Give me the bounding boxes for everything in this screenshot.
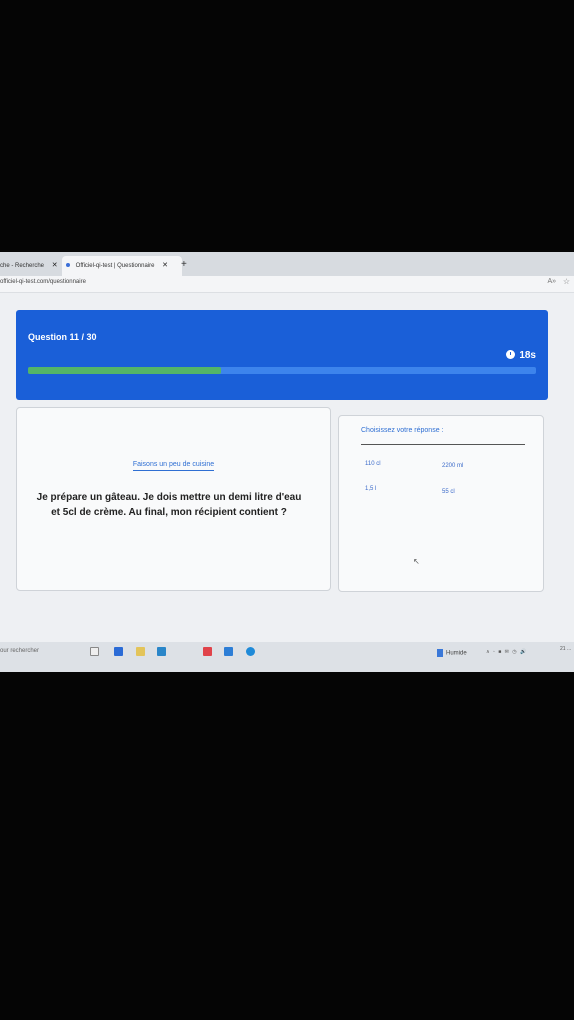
timer: 18s xyxy=(506,350,536,361)
app-icon[interactable] xyxy=(203,647,212,656)
weather-text: Humide xyxy=(446,650,467,657)
stopwatch-icon xyxy=(506,350,516,359)
answer-option[interactable]: 55 cl xyxy=(442,489,455,495)
clock[interactable]: 21 ... xyxy=(560,646,571,652)
weather-icon xyxy=(437,649,443,657)
tab-bar: che - Recherche ✕ Officiel-qi-test | Que… xyxy=(0,252,574,276)
vscode-icon[interactable] xyxy=(224,647,233,656)
question-text: Je prépare un gâteau. Je dois mettre un … xyxy=(36,492,302,518)
tab-search[interactable]: che - Recherche ✕ xyxy=(0,256,60,276)
close-icon[interactable]: ✕ xyxy=(52,256,58,276)
dropbox-icon[interactable] xyxy=(114,647,123,656)
answer-option[interactable]: 110 cl xyxy=(365,461,381,467)
quiz-header: Question 11 / 30 18s xyxy=(16,310,548,400)
address-bar[interactable]: officiel-qi-test.com/questionnaire A» ☆ xyxy=(0,276,574,293)
answer-option[interactable]: 2200 ml xyxy=(442,463,463,469)
tab-label: Officiel-qi-test | Questionnaire xyxy=(75,263,155,269)
timer-value: 18s xyxy=(519,350,536,361)
progress-bar xyxy=(28,367,536,374)
answers-title: Choisissez votre réponse : xyxy=(361,427,444,434)
answer-option[interactable]: 1,5 l xyxy=(365,486,376,492)
close-icon[interactable]: ✕ xyxy=(162,256,168,276)
new-tab-button[interactable]: + xyxy=(181,259,187,270)
weather-widget[interactable]: Humide xyxy=(437,649,467,657)
question-card: Faisons un peu de cuisine Je prépare un … xyxy=(16,407,331,591)
tab-label: che - Recherche xyxy=(0,263,45,269)
task-view-icon[interactable] xyxy=(90,647,99,656)
edge-icon[interactable] xyxy=(246,647,255,656)
taskbar-search[interactable]: our rechercher xyxy=(0,648,39,654)
url-text[interactable]: officiel-qi-test.com/questionnaire xyxy=(0,279,86,285)
read-aloud-icon[interactable]: A» xyxy=(547,278,556,285)
question-category-wrap: Faisons un peu de cuisine xyxy=(17,461,330,471)
progress-fill xyxy=(28,367,222,374)
browser-window: che - Recherche ✕ Officiel-qi-test | Que… xyxy=(0,252,574,672)
question-category: Faisons un peu de cuisine xyxy=(132,461,215,471)
system-tray[interactable]: ∧ ◦ ■ ✉ ◷ 🔊 xyxy=(486,649,527,655)
mouse-cursor-icon: ↖ xyxy=(413,557,420,566)
taskbar: our rechercher Humide ∧ ◦ ■ ✉ ◷ 🔊 21 ... xyxy=(0,642,574,672)
answers-card: Choisissez votre réponse : 110 cl 2200 m… xyxy=(338,415,544,592)
favicon-icon xyxy=(66,263,70,268)
tab-questionnaire[interactable]: Officiel-qi-test | Questionnaire ✕ xyxy=(62,256,182,276)
favorite-star-icon[interactable]: ☆ xyxy=(563,277,570,286)
question-counter: Question 11 / 30 xyxy=(28,332,97,342)
file-explorer-icon[interactable] xyxy=(136,647,145,656)
divider xyxy=(361,444,525,445)
store-icon[interactable] xyxy=(157,647,166,656)
